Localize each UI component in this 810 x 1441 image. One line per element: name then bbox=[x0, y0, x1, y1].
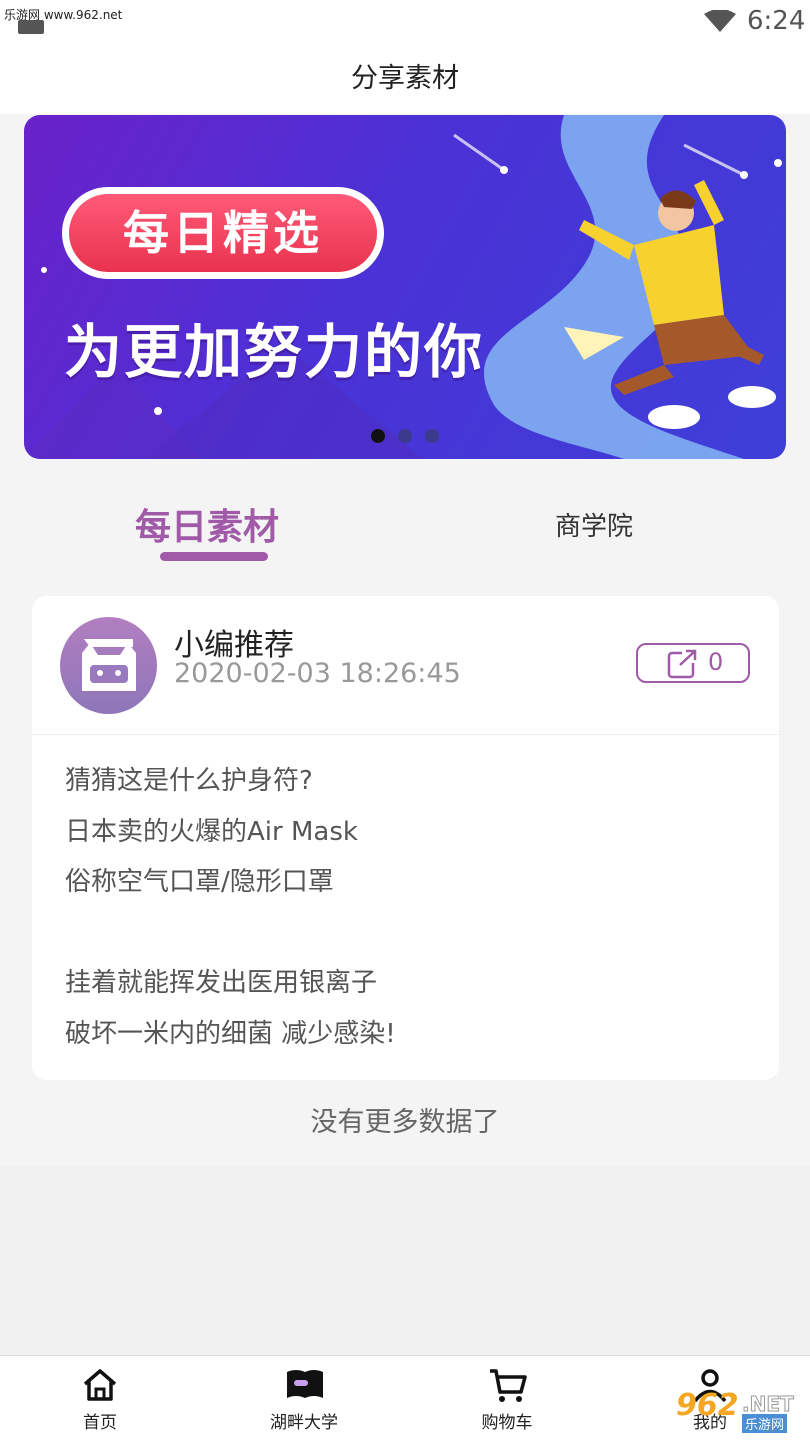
cat-icon bbox=[82, 639, 136, 691]
page-title: 分享素材 bbox=[0, 44, 810, 114]
post-line: 日本卖的火爆的Air Mask bbox=[65, 816, 358, 847]
status-time: 6:24 bbox=[747, 6, 806, 36]
carousel-dot[interactable] bbox=[398, 429, 412, 443]
wifi-icon bbox=[704, 10, 736, 32]
share-icon bbox=[667, 649, 698, 679]
content-tabs: 每日素材 商学院 bbox=[0, 480, 810, 580]
banner-badge-label: 每日精选 bbox=[69, 194, 377, 272]
notification-icon bbox=[18, 20, 44, 34]
tab-business-school[interactable]: 商学院 bbox=[555, 506, 633, 543]
home-icon bbox=[83, 1369, 117, 1401]
tab-daily-material[interactable]: 每日素材 bbox=[135, 498, 279, 550]
banner-carousel[interactable]: 每日精选 为更加努力的你 bbox=[24, 115, 786, 459]
share-button[interactable]: 0 bbox=[636, 643, 750, 683]
list-end-message: 没有更多数据了 bbox=[310, 1107, 500, 1138]
nav-label-cart: 购物车 bbox=[481, 1413, 533, 1433]
card-divider bbox=[32, 734, 779, 735]
post-line: 挂着就能挥发出医用银离子 bbox=[65, 968, 378, 998]
watermark-numbers: 962 bbox=[676, 1388, 739, 1423]
post-card: 小编推荐 2020-02-03 18:26:45 0 猜猜这是什么护身符? 日本… bbox=[32, 596, 779, 1080]
book-icon bbox=[287, 1370, 323, 1398]
carousel-dots bbox=[371, 429, 439, 443]
empty-area bbox=[0, 1166, 810, 1355]
carousel-dot[interactable] bbox=[371, 429, 385, 443]
banner-badge: 每日精选 bbox=[62, 187, 384, 279]
avatar bbox=[60, 617, 157, 714]
watermark-logo: 962 .NET 乐游网 bbox=[676, 1388, 806, 1434]
carousel-dot[interactable] bbox=[425, 429, 439, 443]
banner-slogan: 为更加努力的你 bbox=[64, 318, 485, 386]
nav-label-university: 湖畔大学 bbox=[270, 1413, 338, 1433]
nav-label-home: 首页 bbox=[83, 1413, 117, 1433]
cart-icon bbox=[490, 1369, 527, 1402]
post-timestamp: 2020-02-03 18:26:45 bbox=[174, 658, 461, 689]
banner-illustration bbox=[24, 115, 782, 459]
status-bar: 乐游网 www.962.net 6:24 bbox=[0, 0, 810, 44]
post-line: 猜猜这是什么护身符? bbox=[65, 766, 313, 796]
share-count: 0 bbox=[708, 648, 724, 676]
post-line: 俗称空气口罩/隐形口罩 bbox=[65, 867, 334, 897]
tab-active-indicator bbox=[160, 552, 268, 561]
nav-item-cart[interactable]: 购物车 bbox=[447, 1356, 567, 1441]
nav-item-home[interactable]: 首页 bbox=[40, 1356, 160, 1441]
watermark-suffix: .NET bbox=[742, 1392, 795, 1417]
post-line bbox=[65, 908, 396, 959]
post-line: 破坏一米内的细菌 减少感染! bbox=[65, 1018, 396, 1049]
nav-item-university[interactable]: 湖畔大学 bbox=[244, 1356, 364, 1441]
watermark-cn: 乐游网 bbox=[742, 1414, 788, 1433]
post-body: 猜猜这是什么护身符? 日本卖的火爆的Air Mask 俗称空气口罩/隐形口罩 挂… bbox=[65, 756, 396, 1059]
